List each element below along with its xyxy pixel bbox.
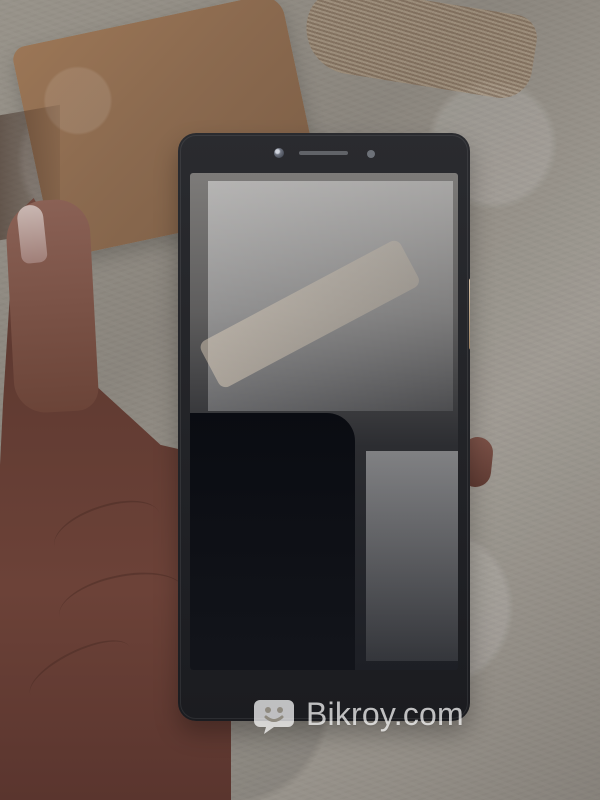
phone-screen bbox=[190, 173, 458, 670]
side-button bbox=[469, 278, 470, 350]
smartphone bbox=[178, 133, 470, 721]
screen-reflection-right bbox=[366, 451, 458, 661]
chat-bubble-smile-icon bbox=[250, 690, 298, 738]
front-camera-icon bbox=[274, 148, 284, 158]
proximity-sensor bbox=[367, 150, 375, 158]
photo-scene: Bikroy.com bbox=[0, 0, 600, 800]
screen-reflection-dark bbox=[190, 413, 355, 670]
watermark-text: Bikroy.com bbox=[306, 695, 464, 732]
earpiece-speaker bbox=[299, 151, 348, 155]
bikroy-watermark: Bikroy.com bbox=[250, 690, 464, 738]
